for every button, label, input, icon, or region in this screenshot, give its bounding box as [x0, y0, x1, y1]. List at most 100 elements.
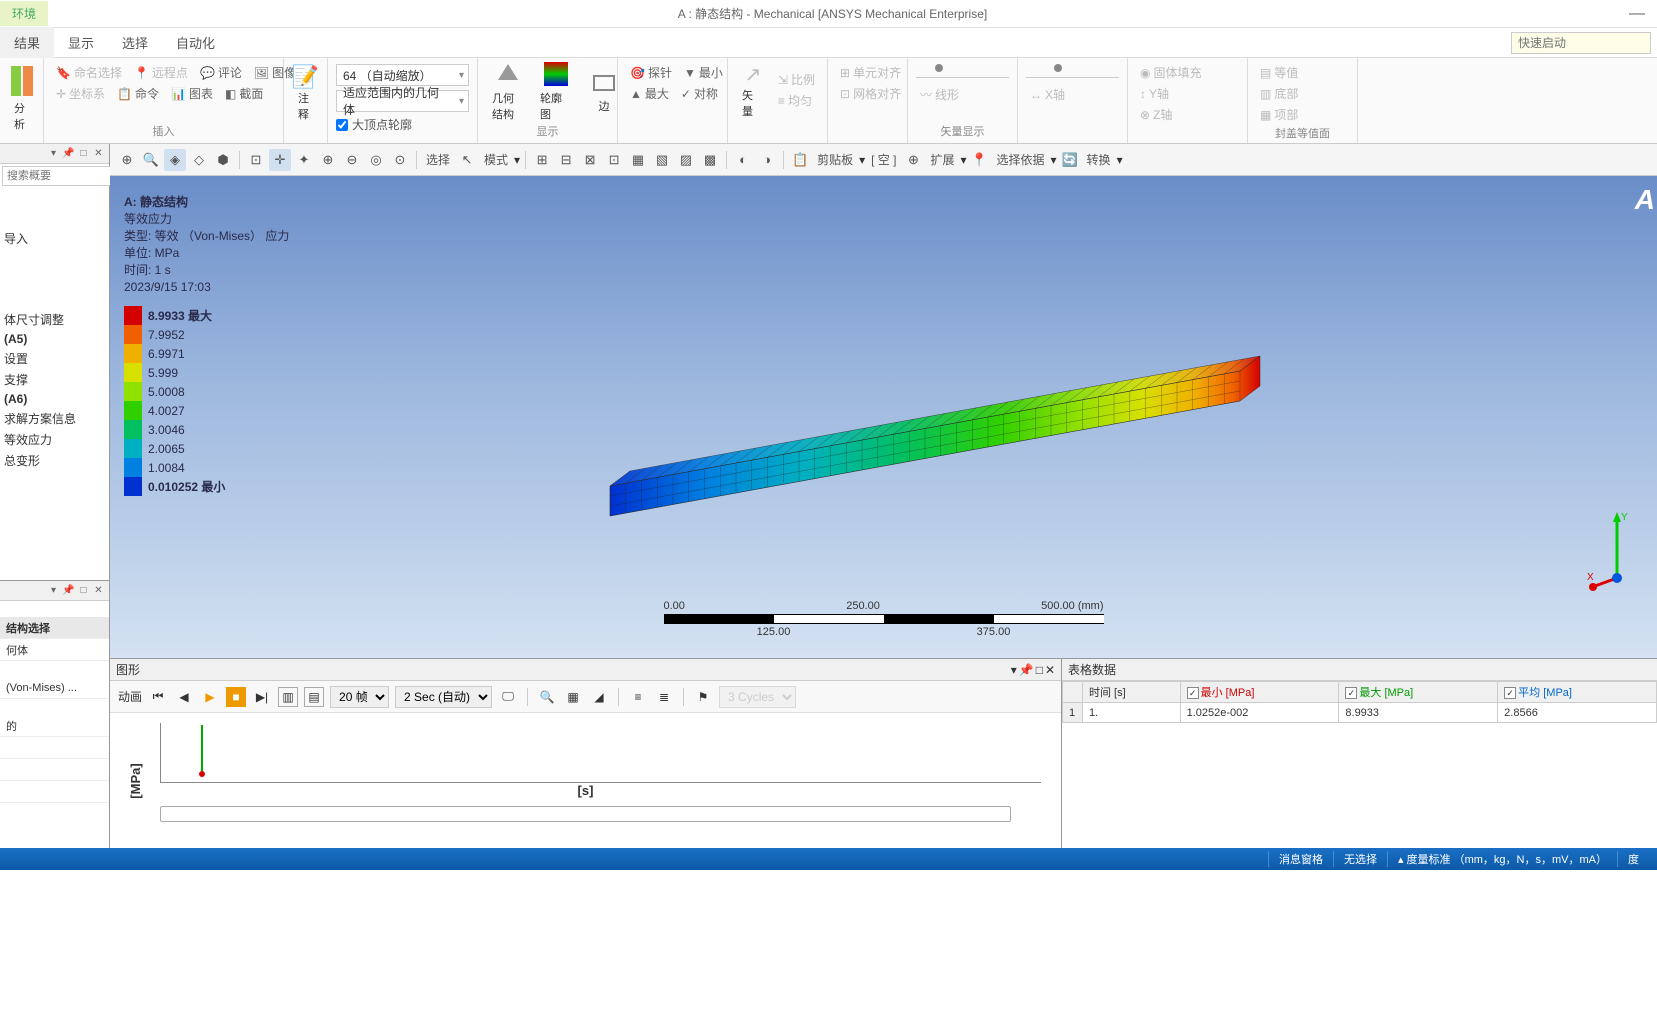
tree-item[interactable]: 总变形 — [0, 450, 109, 471]
scope-combo[interactable]: 适应范围内的几何体 — [336, 90, 469, 112]
result-beam-model[interactable] — [600, 346, 1280, 526]
zoom-icon[interactable]: 🔍 — [140, 149, 162, 171]
comment-button[interactable]: 💬评论 — [196, 62, 246, 83]
max-label-button[interactable]: ▲最大 — [626, 83, 673, 104]
anim-prev-icon[interactable]: ◀ — [174, 687, 194, 707]
status-units[interactable]: ▴ 度量标准 （mm，kg，N，s，mV，mA） — [1387, 851, 1617, 867]
details-row[interactable]: (Von-Mises) ... — [0, 677, 109, 699]
body-select-icon[interactable]: ⬢ — [212, 149, 234, 171]
geometry-button[interactable]: 几何结构 — [486, 56, 530, 124]
time-slider[interactable] — [160, 806, 1011, 822]
tool-icon[interactable]: ▧ — [651, 149, 673, 171]
analysis-button[interactable]: 分析 — [8, 62, 35, 134]
extend-label[interactable]: 扩展 — [926, 151, 958, 168]
tool-icon[interactable]: ▦ — [627, 149, 649, 171]
pin-icon[interactable]: 📌 — [62, 147, 75, 160]
tab-automation[interactable]: 自动化 — [162, 27, 229, 58]
tool-icon[interactable]: ⊞ — [531, 149, 553, 171]
select-label[interactable]: 选择 — [422, 151, 454, 168]
status-degrees[interactable]: 度 — [1617, 851, 1649, 867]
mesh-align-button[interactable]: ⊡网格对齐 — [836, 83, 899, 104]
z-axis-button[interactable]: ⊗Z轴 — [1136, 104, 1239, 125]
close-icon[interactable]: ✕ — [92, 147, 105, 160]
result-data-table[interactable]: 时间 [s] ✓最小 [MPa] ✓最大 [MPa] ✓平均 [MPa] 1 1… — [1062, 681, 1657, 723]
scale-button[interactable]: ⇲比例 — [774, 69, 819, 90]
tree-item-import[interactable]: 导入 — [0, 228, 109, 249]
details-row[interactable] — [0, 759, 109, 781]
elem-align-button[interactable]: ⊞单元对齐 — [836, 62, 899, 83]
outline-tree[interactable]: 导入 体尺寸调整 (A5) 设置 支撑 (A6) 求解方案信息 等效应力 总变形 — [0, 188, 109, 580]
symmetry-button[interactable]: ✓对称 — [677, 83, 722, 104]
pan-icon[interactable]: ✦ — [293, 149, 315, 171]
annotation-button[interactable]: 📝 注释 — [292, 62, 319, 124]
section-button[interactable]: ◧截面 — [221, 83, 267, 104]
dropdown-icon[interactable]: ▾ — [47, 584, 60, 597]
tool-icon[interactable]: ◑ — [756, 149, 778, 171]
legend-icon[interactable]: ▦ — [563, 687, 583, 707]
vector-button[interactable]: ↗矢量 — [736, 60, 770, 121]
zoom-combo[interactable]: 64 （自动缩放） — [336, 64, 469, 86]
export-icon[interactable]: 🖵 — [498, 687, 518, 707]
contour-levels-button[interactable]: ▤等值 — [1256, 62, 1349, 83]
graph-body[interactable]: [MPa] [s] — [110, 713, 1061, 848]
dropdown-icon[interactable]: ▾ — [47, 147, 60, 160]
details-row[interactable] — [0, 737, 109, 759]
tree-item[interactable]: 等效应力 — [0, 429, 109, 450]
tool-icon[interactable]: ⚑ — [693, 687, 713, 707]
tool-icon[interactable]: ⊡ — [603, 149, 625, 171]
details-row[interactable] — [0, 781, 109, 803]
tool-icon[interactable]: ◐ — [732, 149, 754, 171]
pin-icon[interactable]: 📌 — [1019, 663, 1034, 677]
tree-item[interactable]: 支撑 — [0, 369, 109, 390]
vertex-icon[interactable]: ⊡ — [245, 149, 267, 171]
anim-next-icon[interactable]: ▶| — [252, 687, 272, 707]
face-select-icon[interactable]: ◇ — [188, 149, 210, 171]
named-selection-button[interactable]: 🔖命名选择 — [52, 62, 126, 83]
tool-icon[interactable]: ≡ — [628, 687, 648, 707]
x-axis-button[interactable]: ↔X轴 — [1026, 84, 1119, 105]
context-tab[interactable]: 环境 — [0, 1, 48, 26]
extend-icon[interactable]: ⊕ — [902, 149, 924, 171]
min-label-button[interactable]: ▼最小 — [680, 62, 727, 83]
zoom-box-icon[interactable]: ◎ — [365, 149, 387, 171]
orientation-triad[interactable]: Y X — [1587, 508, 1647, 598]
anim-mode2-icon[interactable]: ▤ — [304, 687, 324, 707]
tree-item[interactable]: 设置 — [0, 348, 109, 369]
tab-select[interactable]: 选择 — [108, 27, 162, 58]
selectby-label[interactable]: 选择依据 — [993, 151, 1049, 168]
even-button[interactable]: ≡均匀 — [774, 90, 819, 111]
color-legend[interactable]: 8.9933 最大7.99526.99715.9995.00084.00273.… — [124, 306, 225, 496]
viewport-3d[interactable]: A A: 静态结构 等效应力 类型: 等效 （Von-Mises） 应力 单位:… — [110, 176, 1657, 658]
selectby-icon[interactable]: 📍 — [969, 149, 991, 171]
dropdown-icon[interactable]: ▾ — [1011, 663, 1017, 677]
anim-play-icon[interactable]: ▶ — [200, 687, 220, 707]
maximize-icon[interactable]: □ — [77, 147, 90, 160]
tool-icon[interactable]: ≣ — [654, 687, 674, 707]
probe-button[interactable]: 🎯探针 — [626, 62, 676, 83]
frames-combo[interactable]: 20 帧 — [330, 686, 389, 708]
solid-fill-button[interactable]: ◉固体填充 — [1136, 62, 1239, 83]
anim-first-icon[interactable]: ⏮ — [148, 687, 168, 707]
maximize-icon[interactable]: □ — [77, 584, 90, 597]
quick-launch-input[interactable] — [1511, 32, 1651, 54]
tool-icon[interactable]: ⊟ — [555, 149, 577, 171]
tree-item[interactable]: 求解方案信息 — [0, 408, 109, 429]
zoom-out-icon[interactable]: ⊖ — [341, 149, 363, 171]
coord-sys-button[interactable]: ✛坐标系 — [52, 83, 109, 104]
tab-results[interactable]: 结果 — [0, 27, 54, 58]
close-icon[interactable]: ✕ — [92, 584, 105, 597]
clipboard-icon[interactable]: 📋 — [789, 149, 811, 171]
tree-item[interactable]: (A5) — [0, 330, 109, 348]
maximize-icon[interactable]: □ — [1036, 663, 1043, 677]
zoom-icon[interactable]: 🔍 — [537, 687, 557, 707]
details-row[interactable]: 结构选择 — [0, 617, 109, 639]
details-row[interactable]: 何体 — [0, 639, 109, 661]
tree-item[interactable]: (A6) — [0, 390, 109, 408]
anim-mode1-icon[interactable]: ▥ — [278, 687, 298, 707]
command-button[interactable]: 📋命令 — [113, 83, 163, 104]
tool-icon[interactable]: ▨ — [675, 149, 697, 171]
contour-button[interactable]: 轮廓图 — [534, 56, 578, 124]
status-messages[interactable]: 消息窗格 — [1268, 851, 1333, 867]
quick-launch[interactable] — [1511, 32, 1651, 54]
convert-label[interactable]: 转换 — [1083, 151, 1115, 168]
